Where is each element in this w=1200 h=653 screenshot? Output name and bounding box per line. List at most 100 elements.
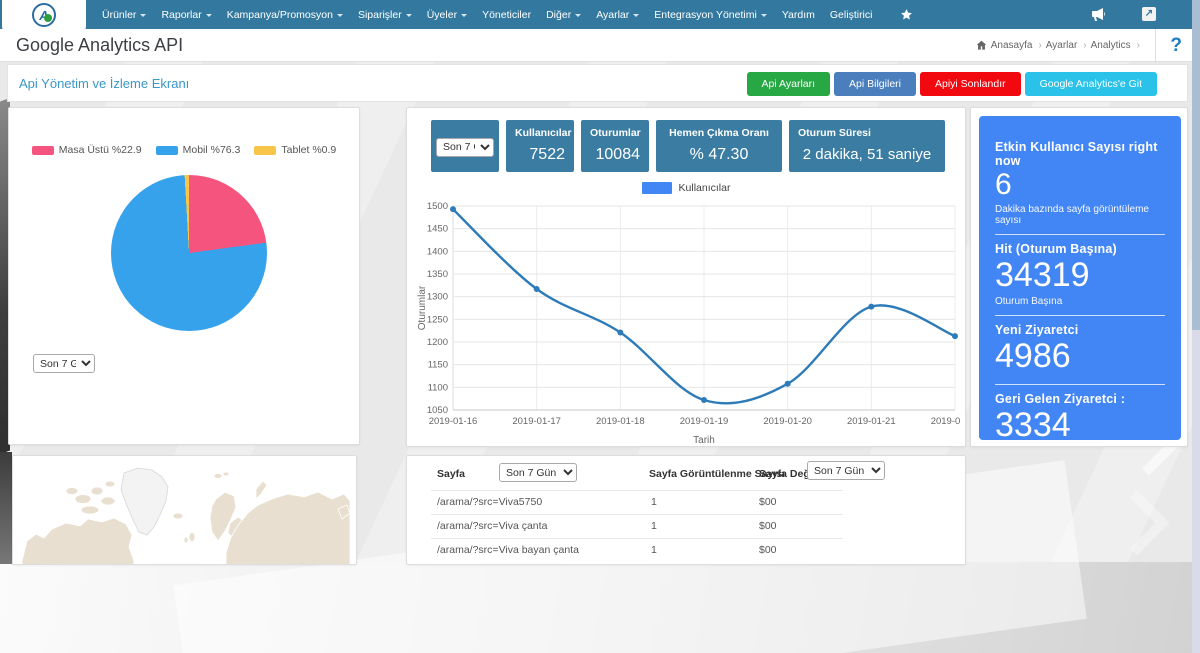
stats-period-select[interactable]: Son 7 Gün — [436, 138, 494, 157]
stat-box-oturum-suresi: Oturum Süresi 2 dakika, 51 saniye — [789, 120, 945, 172]
nav-item-ayarlar[interactable]: Ayarlar — [596, 9, 639, 21]
stat-box-kullanicilar: Kullanıcılar 7522 — [506, 120, 574, 172]
svg-text:2019-01-20: 2019-01-20 — [763, 416, 812, 427]
svg-text:1300: 1300 — [427, 292, 448, 303]
api-settings-button[interactable]: Api Ayarları — [747, 72, 831, 96]
table-row[interactable]: /arama/?src=Viva5750 1 $00 — [407, 490, 965, 514]
breadcrumb-ayarlar[interactable]: Ayarlar — [1046, 40, 1087, 51]
realtime-panel: Etkin Kullanıcı Sayısı right now 6 Dakik… — [979, 116, 1181, 440]
megaphone-icon[interactable] — [1090, 6, 1106, 22]
svg-text:1350: 1350 — [427, 269, 448, 280]
masa-ustu-swatch — [32, 146, 54, 155]
sessions-chart[interactable]: 2019-01-162019-01-172019-01-182019-01-19… — [417, 198, 961, 446]
help-button[interactable]: ? — [1155, 29, 1182, 62]
svg-text:1250: 1250 — [427, 314, 448, 325]
nav-item-diger[interactable]: Diğer — [546, 9, 581, 21]
pie-legend: Masa Üstü %22.9 Mobil %76.3 Tablet %0.9 — [9, 144, 359, 156]
table-period-select-1[interactable]: Son 7 Gün — [499, 463, 577, 482]
series-label: Kullanıcılar — [679, 182, 731, 194]
visitor-map-card — [12, 455, 357, 565]
nav-item-uyeler[interactable]: Üyeler — [427, 9, 467, 21]
left-edge-decoration-lower — [0, 452, 12, 564]
svg-text:1200: 1200 — [427, 337, 448, 348]
hits-value: 34319 — [995, 256, 1165, 295]
svg-text:2019-01-18: 2019-01-18 — [596, 416, 645, 427]
pages-table-card: Sayfa Son 7 Gün Sayfa Görüntülenme Sayıs… — [406, 455, 966, 565]
stat-box-oturumlar: Oturumlar 10084 — [581, 120, 649, 172]
scrollbar-thumb[interactable] — [1192, 0, 1200, 330]
home-icon[interactable] — [976, 40, 987, 51]
external-link-icon[interactable] — [1142, 6, 1156, 22]
svg-text:1400: 1400 — [427, 246, 448, 257]
page-cell: /arama/?src=Viva çanta — [437, 520, 547, 532]
stat-value: 2 dakika, 51 saniye — [798, 146, 936, 163]
table-period-select-2[interactable]: Son 7 Gün — [807, 461, 885, 480]
top-navbar: A Ürünler Raporlar Kampanya/Promosyon Si… — [0, 0, 1200, 29]
new-visitors-label: Yeni Ziyaretci — [995, 323, 1165, 337]
column-header-sayfa[interactable]: Sayfa — [437, 468, 465, 480]
stats-row: Son 7 Gün Kullanıcılar 7522 Oturumlar 10… — [431, 120, 945, 172]
stats-period-box: Son 7 Gün — [431, 120, 499, 172]
go-to-google-analytics-button[interactable]: Google Analytics'e Git — [1025, 72, 1157, 96]
svg-text:Oturumlar: Oturumlar — [417, 285, 428, 330]
legend-item-tablet[interactable]: Tablet %0.9 — [254, 144, 336, 156]
svg-text:2019-01-17: 2019-01-17 — [512, 416, 561, 427]
page-scrollbar[interactable] — [1192, 0, 1200, 653]
views-cell: 1 — [651, 544, 657, 556]
divider — [995, 315, 1165, 316]
world-map[interactable] — [20, 461, 350, 565]
chevron-decoration — [1104, 490, 1169, 555]
active-users-label: Etkin Kullanıcı Sayısı right now — [995, 140, 1165, 168]
views-cell: 1 — [651, 496, 657, 508]
breadcrumb-anasayfa[interactable]: Anasayfa — [991, 40, 1042, 51]
nav-item-yoneticiler[interactable]: Yöneticiler — [482, 9, 531, 21]
page-title: Google Analytics API — [16, 35, 183, 56]
line-chart-legend[interactable]: Kullanıcılar — [407, 182, 965, 194]
active-users-value: 6 — [995, 168, 1165, 203]
legend-item-mobil[interactable]: Mobil %76.3 — [156, 144, 241, 156]
device-pie[interactable] — [111, 175, 267, 331]
legend-label: Masa Üstü %22.9 — [59, 144, 142, 156]
table-row[interactable]: /arama/?src=Viva bayan çanta 1 $00 — [407, 538, 965, 562]
svg-text:2019-01-21: 2019-01-21 — [847, 416, 896, 427]
svg-text:1050: 1050 — [427, 405, 448, 416]
nav-item-raporlar[interactable]: Raporlar — [161, 9, 211, 21]
mobil-swatch — [156, 146, 178, 155]
nav-item-siparisler[interactable]: Siparişler — [358, 9, 412, 21]
nav-item-entegrasyon-yonetimi[interactable]: Entegrasyon Yönetimi — [654, 9, 767, 21]
divider — [995, 234, 1165, 235]
analytics-dashboard-page: A Ürünler Raporlar Kampanya/Promosyon Si… — [0, 0, 1200, 653]
nav-item-gelistirici[interactable]: Geliştirici — [830, 9, 873, 21]
kullanicilar-series-swatch — [642, 182, 672, 194]
legend-label: Tablet %0.9 — [281, 144, 336, 156]
brand-logo-dot — [44, 14, 52, 22]
legend-item-masa-ustu[interactable]: Masa Üstü %22.9 — [32, 144, 142, 156]
tablet-swatch — [254, 146, 276, 155]
brand-logo[interactable]: A — [2, 0, 86, 30]
svg-text:Tarih: Tarih — [693, 435, 715, 446]
page-bottom-background — [0, 562, 1200, 653]
returning-visitors-label: Geri Gelen Ziyaretci : — [995, 392, 1165, 406]
breadcrumb: Anasayfa Ayarlar Analytics — [976, 29, 1140, 62]
page-cell: /arama/?src=Viva5750 — [437, 496, 542, 508]
svg-text:2019-01-22: 2019-01-22 — [931, 416, 961, 427]
stat-label: Oturum Süresi — [798, 127, 936, 139]
page-cell: /arama/?src=Viva bayan çanta — [437, 544, 579, 556]
hits-label: Hit (Oturum Başına) — [995, 242, 1165, 256]
active-users-sub: Dakika bazında sayfa görüntüleme sayısı — [995, 204, 1165, 226]
nav-item-urunler[interactable]: Ürünler — [102, 9, 146, 21]
device-breakdown-card: Masa Üstü %22.9 Mobil %76.3 Tablet %0.9 … — [8, 107, 360, 445]
api-info-button[interactable]: Api Bilgileri — [834, 72, 916, 96]
breadcrumb-analytics[interactable]: Analytics — [1091, 40, 1140, 51]
api-terminate-button[interactable]: Apiyi Sonlandır — [920, 72, 1021, 96]
brand-logo-icon: A — [32, 3, 56, 27]
favorites-star-icon[interactable] — [900, 8, 913, 21]
svg-text:2019-01-19: 2019-01-19 — [680, 416, 729, 427]
nav-item-kampanya-promosyon[interactable]: Kampanya/Promosyon — [227, 9, 343, 21]
svg-text:1150: 1150 — [428, 360, 448, 371]
nav-item-yardim[interactable]: Yardım — [782, 9, 815, 21]
main-menu: Ürünler Raporlar Kampanya/Promosyon Sipa… — [102, 8, 913, 21]
svg-text:1500: 1500 — [427, 201, 448, 212]
table-row[interactable]: /arama/?src=Viva çanta 1 $00 — [407, 514, 965, 538]
pie-period-select[interactable]: Son 7 Gün — [33, 354, 95, 373]
